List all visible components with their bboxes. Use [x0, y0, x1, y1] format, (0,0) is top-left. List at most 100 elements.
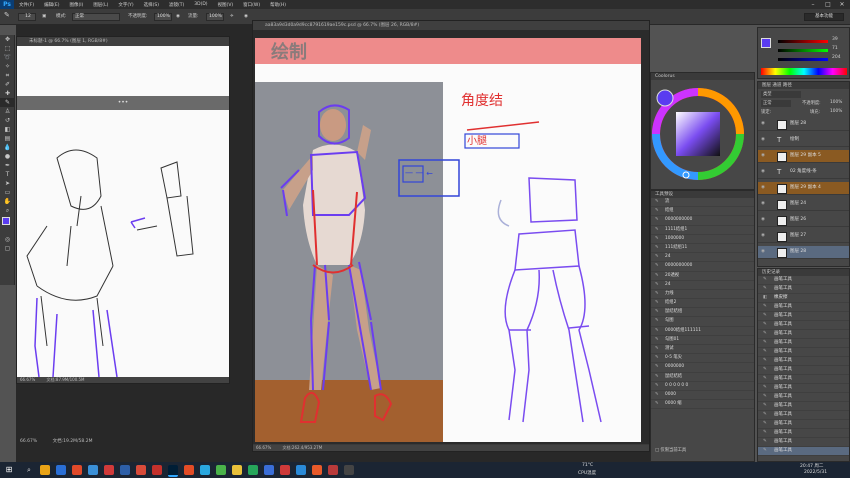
preset-item[interactable]: ✎ 鼠结结结 [651, 373, 754, 382]
layer-row[interactable]: ◉ 图层 28 [758, 118, 849, 131]
menu-filter[interactable]: 滤镜(T) [164, 2, 189, 8]
preset-item[interactable]: ✎ 结组2 [651, 299, 754, 309]
preset-item[interactable]: ✎ 测试 [651, 345, 754, 355]
preset-item[interactable]: ✎ 0000000 [651, 363, 754, 373]
eyedropper-tool-icon[interactable]: ✐ [0, 80, 15, 89]
layer-row[interactable]: ◉ 图层 24 [758, 198, 849, 211]
preset-item[interactable]: ✎ 0000000000 [651, 216, 754, 226]
layer-row[interactable]: ◉ 图层 27 [758, 230, 849, 243]
blur-tool-icon[interactable]: 💧 [0, 143, 15, 152]
photoshop-taskbar-icon[interactable] [168, 465, 178, 477]
layer-row[interactable]: ◉ 图层 29 副本 4 [758, 182, 849, 195]
brush-tool-icon[interactable]: ✎ [4, 11, 10, 19]
history-item[interactable]: ✎ 画笔工具 [758, 438, 849, 447]
path-select-tool-icon[interactable]: ➤ [0, 179, 15, 188]
preset-item[interactable]: ✎ 0000结组111111 [651, 327, 754, 336]
red-slider[interactable] [778, 40, 828, 43]
app-icon-gray[interactable] [344, 465, 354, 475]
menu-image[interactable]: 图像(I) [64, 2, 88, 8]
app-icon-netease[interactable] [104, 465, 114, 475]
app-icon-green[interactable] [216, 465, 226, 475]
history-item-current[interactable]: ✎ 画笔工具 [758, 447, 849, 456]
menu-edit[interactable]: 编辑(E) [39, 2, 64, 8]
history-item[interactable]: ✎ 画笔工具 [758, 420, 849, 429]
menu-window[interactable]: 窗口(W) [238, 2, 265, 8]
file-explorer-icon[interactable] [40, 465, 50, 475]
pressure-opacity-icon[interactable]: ◉ [176, 13, 180, 21]
preset-item[interactable]: ✎ 0 0 0 0 0 0 [651, 382, 754, 391]
workspace-select[interactable]: 基本功能 [804, 13, 844, 21]
crop-tool-icon[interactable]: ⌗ [0, 71, 15, 80]
opacity-input[interactable]: 100% [154, 13, 172, 21]
preset-item[interactable]: ✎ 勾图 [651, 317, 754, 327]
green-value[interactable]: 71 [832, 46, 838, 51]
app-icon-red[interactable] [72, 465, 82, 475]
layer-row[interactable]: ◉ 图层 26 [758, 214, 849, 227]
fill-input[interactable]: 100% [830, 109, 842, 114]
zoom-tool-icon[interactable]: ⌕ [0, 206, 15, 215]
history-tab[interactable]: 历史记录 [758, 269, 849, 276]
color-panel-tab[interactable]: Coolorus [651, 73, 754, 80]
layer-filter-select[interactable]: 类型 [761, 91, 801, 98]
preset-item[interactable]: ✎ 1000000 [651, 235, 754, 244]
eye-icon[interactable]: ◉ [761, 150, 765, 162]
healing-tool-icon[interactable]: ✚ [0, 89, 15, 98]
eye-icon[interactable]: ◉ [761, 214, 765, 226]
color-ramp[interactable] [761, 68, 847, 75]
app-icon-blue[interactable] [88, 465, 98, 475]
dodge-tool-icon[interactable]: ● [0, 152, 15, 161]
search-icon[interactable]: ⌕ [24, 465, 34, 475]
move-tool-icon[interactable]: ✥ [0, 35, 15, 44]
airbrush-icon[interactable]: ✈ [230, 13, 234, 21]
app-icon-dark-red[interactable] [328, 465, 338, 475]
menu-layer[interactable]: 图层(L) [88, 2, 113, 8]
app-icon-doc[interactable] [120, 465, 130, 475]
mode-select[interactable]: 正常 [72, 13, 120, 21]
eye-icon[interactable]: ◉ [761, 118, 765, 130]
history-item[interactable]: ✎ 画笔工具 [758, 339, 849, 348]
quick-mask-icon[interactable]: ◎ [0, 235, 15, 244]
app-icon-media[interactable] [152, 465, 162, 475]
preset-item[interactable]: ✎ 24 [651, 281, 754, 290]
history-item[interactable]: ✎ 画笔工具 [758, 402, 849, 411]
shape-tool-icon[interactable]: ▭ [0, 188, 15, 197]
eye-icon[interactable]: ◉ [761, 182, 765, 194]
app-icon-orange[interactable] [136, 465, 146, 475]
marquee-tool-icon[interactable]: ⬚ [0, 44, 15, 53]
menu-select[interactable]: 选择(S) [139, 2, 164, 8]
tool-presets-tab[interactable]: 工具预设 [651, 191, 754, 198]
lasso-tool-icon[interactable]: ➰ [0, 53, 15, 62]
app-icon-pdf[interactable] [184, 465, 194, 475]
preset-item[interactable]: ✎ 111结组11 [651, 244, 754, 254]
history-item[interactable]: ✎ 画笔工具 [758, 384, 849, 393]
eye-icon[interactable]: ◉ [761, 230, 765, 242]
close-icon[interactable]: ✕ [835, 0, 849, 9]
quick-select-tool-icon[interactable]: ✧ [0, 62, 15, 71]
menu-file[interactable]: 文件(F) [14, 2, 39, 8]
history-item[interactable]: ✎ 画笔工具 [758, 303, 849, 312]
history-item[interactable]: ✎ 画笔工具 [758, 429, 849, 438]
app-icon-qq[interactable] [264, 465, 274, 475]
history-item[interactable]: ✎ 画笔工具 [758, 411, 849, 420]
preset-item[interactable]: ✎ 流 [651, 198, 754, 208]
history-item[interactable]: ✎ 画笔工具 [758, 330, 849, 339]
brush-panel-icon[interactable]: ▣ [42, 13, 46, 21]
history-item[interactable]: ✎ 画笔工具 [758, 285, 849, 294]
preset-item[interactable]: ✎ 0000 [651, 391, 754, 401]
eye-icon[interactable]: ◉ [761, 134, 765, 146]
layer-opacity-input[interactable]: 100% [830, 100, 842, 105]
layer-row[interactable]: ◉ 图层 29 副本 5 [758, 150, 849, 163]
history-item[interactable]: ✎ 画笔工具 [758, 348, 849, 357]
history-brush-tool-icon[interactable]: ↺ [0, 116, 15, 125]
pressure-size-icon[interactable]: ◉ [244, 13, 248, 21]
history-item[interactable]: ✎ 画笔工具 [758, 375, 849, 384]
browser-icon[interactable] [56, 465, 66, 475]
menu-help[interactable]: 帮助(H) [265, 2, 291, 8]
app-icon-wechat[interactable] [248, 465, 258, 475]
stamp-tool-icon[interactable]: ♙ [0, 107, 15, 116]
app-icon-orange2[interactable] [312, 465, 322, 475]
blue-value[interactable]: 204 [832, 55, 841, 60]
eye-icon[interactable]: ◉ [761, 198, 765, 210]
clock-date[interactable]: 2022/5/31 [804, 470, 827, 475]
menu-3d[interactable]: 3D(D) [189, 2, 212, 7]
